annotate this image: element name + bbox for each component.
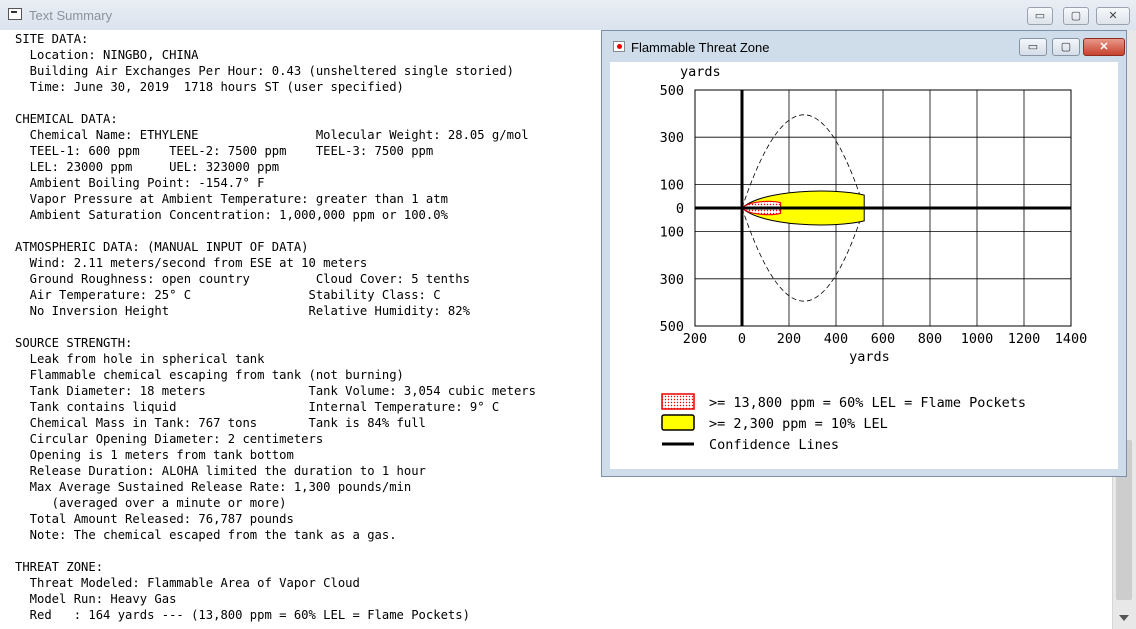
- threat-zone-plot-area: 500 300 100 0 100 300 500 200 0 200 400 600 800 1000 1…: [610, 62, 1118, 469]
- summary-line: Vapor Pressure at Ambient Temperature: g…: [15, 192, 448, 206]
- y-axis-label: yards: [680, 64, 721, 80]
- y-tick-label: 0: [676, 201, 684, 217]
- x-tick-label: 800: [918, 331, 942, 347]
- summary-line: CHEMICAL DATA:: [15, 112, 118, 126]
- threat-minimize-button[interactable]: ▭: [1019, 38, 1047, 56]
- x-tick-label: 1200: [1008, 331, 1041, 347]
- summary-line: Total Amount Released: 76,787 pounds: [15, 512, 294, 526]
- close-button[interactable]: ✕: [1096, 7, 1130, 25]
- summary-line: Location: NINGBO, CHINA: [15, 48, 199, 62]
- x-tick-label: 1400: [1055, 331, 1088, 347]
- legend-label: Confidence Lines: [709, 437, 839, 453]
- legend-swatch-red: [661, 393, 695, 410]
- main-titlebar[interactable]: Text Summary ▭ ▢ ✕: [0, 0, 1136, 31]
- threat-titlebar[interactable]: Flammable Threat Zone ▭ ▢ ✕: [602, 31, 1126, 62]
- y-tick-label: 300: [660, 272, 684, 288]
- x-tick-label: 1000: [961, 331, 994, 347]
- summary-line: (averaged over a minute or more): [15, 496, 287, 510]
- x-tick-label: 0: [738, 331, 746, 347]
- summary-line: Air Temperature: 25° C Stability Class: …: [15, 288, 441, 302]
- summary-line: Circular Opening Diameter: 2 centimeters: [15, 432, 324, 446]
- summary-line: Opening is 1 meters from tank bottom: [15, 448, 294, 462]
- summary-line: Ground Roughness: open country Cloud Cov…: [15, 272, 470, 286]
- threat-close-button[interactable]: ✕: [1083, 38, 1125, 56]
- summary-line: Wind: 2.11 meters/second from ESE at 10 …: [15, 256, 368, 270]
- summary-line: Tank Diameter: 18 meters Tank Volume: 3,…: [15, 384, 536, 398]
- y-tick-label: 100: [660, 225, 684, 241]
- flammable-threat-zone-window[interactable]: Flammable Threat Zone ▭ ▢ ✕ 500 300 100 0 10…: [601, 30, 1127, 477]
- summary-line: No Inversion Height Relative Humidity: 8…: [15, 304, 470, 318]
- summary-line: Ambient Saturation Concentration: 1,000,…: [15, 208, 448, 222]
- x-tick-label: 600: [871, 331, 895, 347]
- summary-line: Red : 164 yards --- (13,800 ppm = 60% LE…: [15, 608, 470, 622]
- summary-line: THREAT ZONE:: [15, 560, 104, 574]
- summary-line: Time: June 30, 2019 1718 hours ST (user …: [15, 80, 404, 94]
- y-tick-label: 500: [660, 83, 684, 99]
- summary-line: Flammable chemical escaping from tank (n…: [15, 368, 404, 382]
- scroll-down-arrow-icon[interactable]: [1119, 615, 1129, 621]
- maximize-button[interactable]: ▢: [1063, 7, 1089, 25]
- summary-line: Note: The chemical escaped from the tank…: [15, 528, 397, 542]
- x-tick-label: 200: [777, 331, 801, 347]
- summary-line: Ambient Boiling Point: -154.7° F: [15, 176, 265, 190]
- threat-zone-chart: 5003001000100300500200 0 200 400 600 800 1000 1…: [660, 64, 1088, 453]
- legend-label: >= 13,800 ppm = 60% LEL = Flame Pockets: [709, 395, 1026, 411]
- summary-line: Model Run: Heavy Gas: [15, 592, 177, 606]
- summary-line: LEL: 23000 ppm UEL: 323000 ppm: [15, 160, 280, 174]
- summary-line: TEEL-1: 600 ppm TEEL-2: 7500 ppm TEEL-3:…: [15, 144, 434, 158]
- x-tick-label: 400: [824, 331, 848, 347]
- summary-line: Release Duration: ALOHA limited the dura…: [15, 464, 426, 478]
- threat-window-title: Flammable Threat Zone: [631, 40, 770, 55]
- summary-line: SITE DATA:: [15, 32, 89, 46]
- summary-line: Building Air Exchanges Per Hour: 0.43 (u…: [15, 64, 514, 78]
- text-summary-app-icon: [8, 8, 22, 20]
- summary-line: ATMOSPHERIC DATA: (MANUAL INPUT OF DATA): [15, 240, 309, 254]
- legend-swatch-yellow: [661, 414, 695, 431]
- x-axis-label: yards: [849, 349, 890, 365]
- threat-maximize-button[interactable]: ▢: [1052, 38, 1080, 56]
- summary-text: SITE DATA: Location: NINGBO, CHINA Build…: [15, 31, 536, 623]
- legend-label: >= 2,300 ppm = 10% LEL: [709, 416, 888, 432]
- summary-line: Chemical Name: ETHYLENE Molecular Weight…: [15, 128, 529, 142]
- y-tick-label: 300: [660, 130, 684, 146]
- x-tick-label: 200: [683, 331, 707, 347]
- minimize-button[interactable]: ▭: [1027, 7, 1053, 25]
- summary-line: Leak from hole in spherical tank: [15, 352, 265, 366]
- summary-line: Tank contains liquid Internal Temperatur…: [15, 400, 500, 414]
- summary-line: Threat Modeled: Flammable Area of Vapor …: [15, 576, 360, 590]
- summary-line: Max Average Sustained Release Rate: 1,30…: [15, 480, 412, 494]
- threat-zone-icon: [613, 41, 625, 52]
- summary-line: Chemical Mass in Tank: 767 tons Tank is …: [15, 416, 426, 430]
- summary-line: SOURCE STRENGTH:: [15, 336, 133, 350]
- y-tick-label: 500: [660, 319, 684, 335]
- y-tick-label: 100: [660, 177, 684, 193]
- main-window-title: Text Summary: [29, 8, 113, 23]
